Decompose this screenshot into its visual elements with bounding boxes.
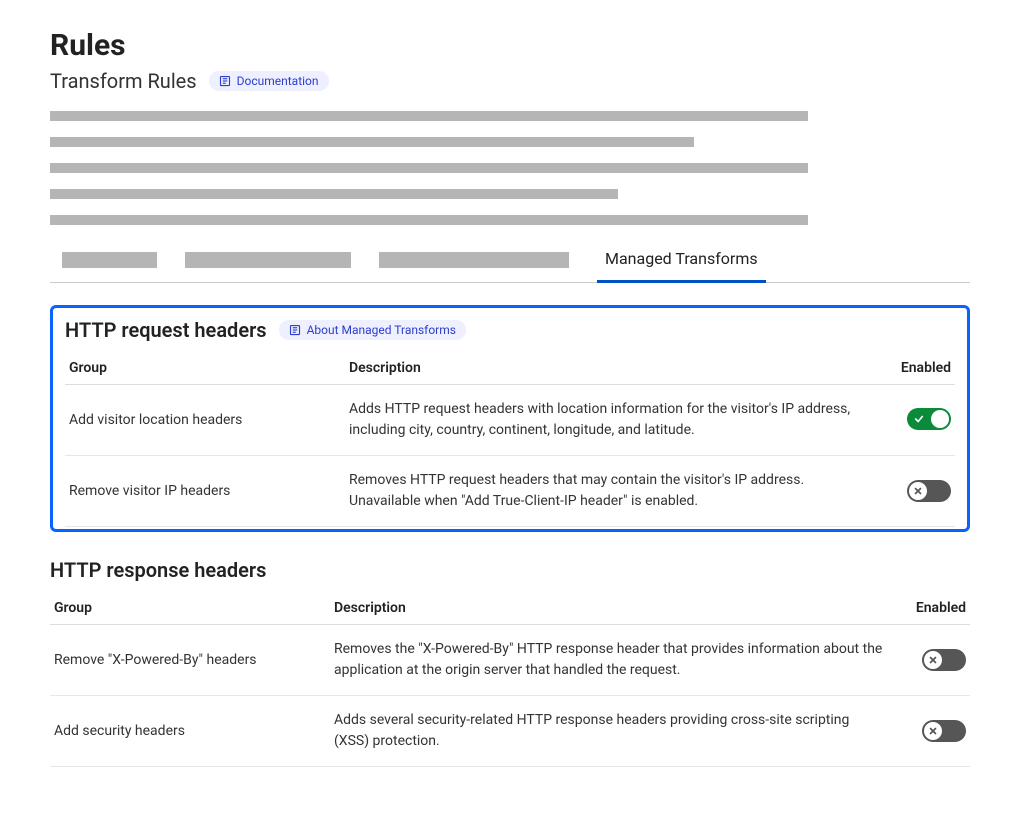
book-icon (289, 324, 301, 336)
skeleton-line (50, 163, 808, 173)
cell-group: Remove visitor IP headers (65, 456, 345, 527)
response-headers-table: Group Description Enabled Remove "X-Powe… (50, 592, 970, 767)
tab-placeholder[interactable] (62, 252, 157, 268)
request-headers-title: HTTP request headers (65, 318, 267, 342)
book-icon (219, 75, 231, 87)
skeleton-line (50, 215, 808, 225)
request-headers-table: Group Description Enabled Add visitor lo… (65, 352, 955, 527)
col-header-group: Group (50, 592, 330, 625)
toggle-knob (909, 482, 927, 500)
cell-description: Removes the "X-Powered-By" HTTP response… (330, 625, 890, 696)
toggle-knob (924, 651, 942, 669)
enable-toggle[interactable] (907, 480, 951, 502)
cell-description: Removes HTTP request headers that may co… (345, 456, 875, 527)
page-title: Rules (50, 28, 970, 63)
request-headers-highlight: HTTP request headers About Managed Trans… (50, 305, 970, 532)
cell-group: Add security headers (50, 696, 330, 767)
table-row: Remove visitor IP headers Removes HTTP r… (65, 456, 955, 527)
response-headers-section: HTTP response headers Group Description … (50, 558, 970, 767)
cell-description: Adds several security-related HTTP respo… (330, 696, 890, 767)
cell-description: Adds HTTP request headers with location … (345, 385, 875, 456)
skeleton-line (50, 189, 618, 199)
enable-toggle[interactable] (922, 649, 966, 671)
tabs: Managed Transforms (50, 243, 970, 283)
tab-managed-transforms[interactable]: Managed Transforms (597, 243, 766, 283)
about-managed-transforms-link[interactable]: About Managed Transforms (279, 320, 466, 340)
cell-group: Remove "X-Powered-By" headers (50, 625, 330, 696)
x-icon (928, 655, 938, 665)
about-managed-transforms-label: About Managed Transforms (307, 323, 456, 337)
subtitle-row: Transform Rules Documentation (50, 69, 970, 93)
x-icon (913, 486, 923, 496)
tab-placeholder[interactable] (379, 252, 569, 268)
toggle-knob (924, 722, 942, 740)
page-subtitle: Transform Rules (50, 69, 197, 93)
table-row: Remove "X-Powered-By" headers Removes th… (50, 625, 970, 696)
col-header-description: Description (345, 352, 875, 385)
response-headers-title: HTTP response headers (50, 558, 266, 582)
enable-toggle[interactable] (922, 720, 966, 742)
documentation-link[interactable]: Documentation (209, 71, 329, 91)
col-header-description: Description (330, 592, 890, 625)
documentation-label: Documentation (237, 74, 319, 88)
toggle-knob (931, 410, 949, 428)
col-header-enabled: Enabled (890, 592, 970, 625)
x-icon (928, 726, 938, 736)
tab-placeholder[interactable] (185, 252, 351, 268)
description-placeholder (50, 111, 970, 225)
table-row: Add visitor location headers Adds HTTP r… (65, 385, 955, 456)
check-icon (914, 414, 924, 424)
col-header-group: Group (65, 352, 345, 385)
enable-toggle[interactable] (907, 408, 951, 430)
col-header-enabled: Enabled (875, 352, 955, 385)
skeleton-line (50, 137, 694, 147)
table-row: Add security headers Adds several securi… (50, 696, 970, 767)
skeleton-line (50, 111, 808, 121)
cell-group: Add visitor location headers (65, 385, 345, 456)
